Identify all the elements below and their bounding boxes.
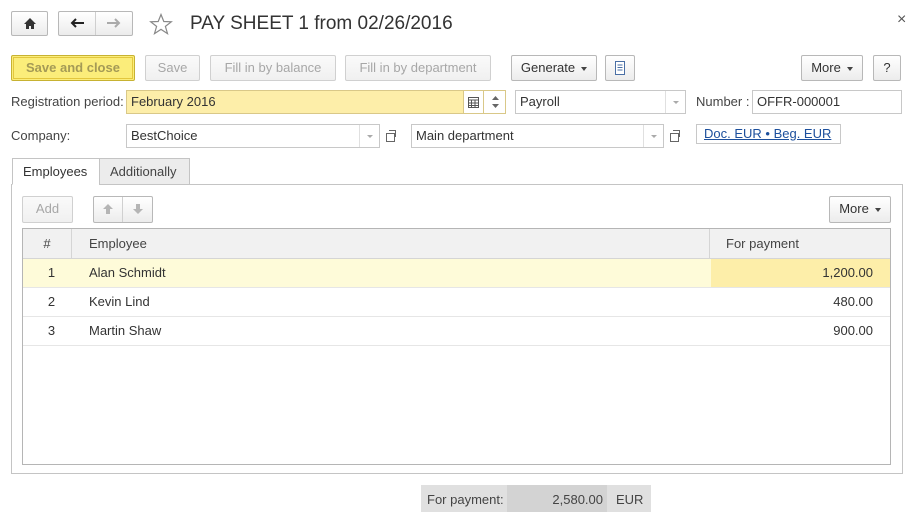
row-payment[interactable]: 1,200.00 [711,259,890,287]
arrow-right-icon [107,18,121,28]
arrow-up-icon [103,204,113,214]
column-header-number[interactable]: # [23,229,72,259]
table-header: # Employee For payment [23,229,890,259]
generate-button[interactable]: Generate [511,55,597,81]
chevron-down-icon [874,207,881,212]
open-department-icon[interactable] [665,125,685,147]
row-number: 1 [47,265,56,280]
number-label: Number : [696,94,750,109]
home-icon [23,18,36,29]
page-title: PAY SHEET 1 from 02/26/2016 [190,13,453,34]
table-row[interactable]: 3 Martin Shaw 900.00 [23,317,890,346]
company-label: Company: [11,128,71,143]
spin-up-icon [492,96,499,100]
registration-period-field[interactable]: February 2016 [126,90,506,114]
save-and-close-button[interactable]: Save and close [11,55,135,81]
operation-select[interactable]: Payroll [515,90,686,114]
row-number: 2 [47,294,56,309]
column-header-payment[interactable]: For payment [711,229,890,259]
company-select[interactable]: BestChoice [126,124,380,148]
move-group [93,196,153,223]
add-row-button[interactable]: Add [22,196,73,223]
registration-period-value: February 2016 [131,94,216,109]
save-and-close-label: Save and close [26,60,120,75]
fill-by-balance-button[interactable]: Fill in by balance [210,55,336,81]
registration-period-label: Registration period: [11,94,124,109]
more-label: More [811,60,841,75]
generate-label: Generate [520,60,576,75]
arrow-left-icon [70,18,84,28]
footer-total-currency: EUR [616,492,644,507]
back-button[interactable] [59,12,96,35]
footer-total-bar: For payment: 2,580.00 EUR [421,485,651,512]
operation-value: Payroll [520,94,560,109]
footer-total-value: 2,580.00 [507,485,607,512]
chevron-down-icon[interactable] [665,91,685,113]
home-button[interactable] [11,11,48,36]
footer-total-label: For payment: [427,492,504,507]
spin-down-icon [492,104,499,108]
tab-employees[interactable]: Employees [12,158,100,185]
print-report-button[interactable] [605,55,635,81]
forward-button[interactable] [96,12,132,35]
tab-additionally[interactable]: Additionally [99,158,190,185]
currency-link[interactable]: Doc. EUR • Beg. EUR [704,125,831,143]
chevron-down-icon[interactable] [359,125,379,147]
arrow-down-icon [132,204,143,214]
company-value: BestChoice [131,128,198,143]
row-employee: Martin Shaw [89,323,162,338]
table-more-label: More [839,201,869,216]
row-employee: Alan Schmidt [89,265,166,280]
row-number: 3 [47,323,56,338]
more-actions-button[interactable]: More [801,55,863,81]
row-payment[interactable]: 900.00 [711,317,890,345]
favorite-star-icon[interactable] [149,13,173,35]
department-value: Main department [416,128,514,143]
chevron-down-icon [846,66,853,71]
chevron-down-icon[interactable] [643,125,663,147]
row-employee: Kevin Lind [89,294,150,309]
open-company-icon[interactable] [381,125,401,147]
table-row[interactable]: 2 Kevin Lind 480.00 [23,288,890,317]
save-button[interactable]: Save [145,55,200,81]
move-down-button[interactable] [123,197,152,222]
period-spinner[interactable] [483,91,505,113]
department-select[interactable]: Main department [411,124,664,148]
help-button[interactable]: ? [873,55,901,81]
table-row[interactable]: 1 Alan Schmidt 1,200.00 [23,259,890,288]
column-header-employee[interactable]: Employee [73,229,710,259]
chevron-down-icon [581,66,588,71]
number-value: OFFR-000001 [757,94,841,109]
calendar-icon[interactable] [463,91,483,113]
close-icon[interactable]: × [897,10,906,30]
back-forward-group [58,11,133,36]
number-field[interactable]: OFFR-000001 [752,90,902,114]
document-icon [615,61,625,75]
move-up-button[interactable] [94,197,123,222]
fill-by-department-button[interactable]: Fill in by department [345,55,491,81]
row-payment[interactable]: 480.00 [711,288,890,316]
table-more-button[interactable]: More [829,196,891,223]
employees-table: # Employee For payment 1 Alan Schmidt 1,… [22,228,891,465]
